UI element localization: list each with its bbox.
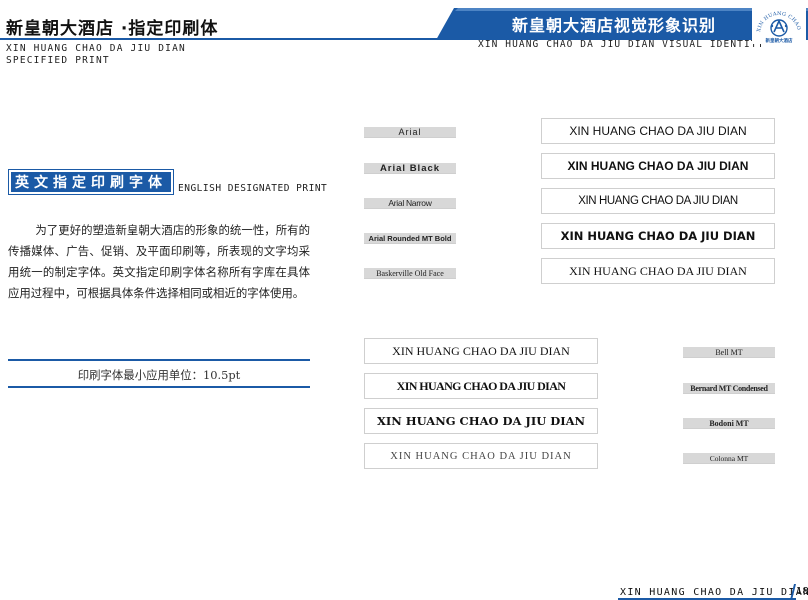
row-line (364, 243, 456, 244)
row-line (364, 137, 456, 138)
row-line (364, 208, 456, 209)
row-line (683, 393, 775, 394)
page-subtitle-specified: SPECIFIED PRINT (6, 55, 110, 66)
row-line (364, 173, 456, 174)
font-label-baskerville: Baskerville Old Face (364, 268, 456, 278)
section-title-box: 英文指定印刷字体 (8, 169, 174, 195)
font-sample-arial: XIN HUANG CHAO DA JIU DIAN (541, 118, 775, 144)
row-line (683, 428, 775, 429)
font-sample-arial-black: XIN HUANG CHAO DA JIU DIAN (541, 153, 775, 179)
page-title: 新皇朝大酒店 ·指定印刷体 (6, 19, 219, 39)
font-label-arial-narrow: Arial Narrow (364, 198, 456, 208)
font-sample-arial-narrow: XIN HUANG CHAO DA JIU DIAN (541, 188, 775, 214)
font-label-colonna: Colonna MT (683, 453, 775, 463)
page-subtitle-en: XIN HUANG CHAO DA JIU DIAN (6, 43, 186, 54)
banner-title: 新皇朝大酒店视觉形象识别 (512, 16, 717, 35)
font-label-bodoni: Bodoni MT (683, 418, 775, 428)
font-sample-bernard: XIN HUANG CHAO DA JIU DIAN (364, 373, 598, 399)
font-label-arial-black: Arial Black (364, 163, 456, 173)
logo-caption: 新皇朝大酒店 (766, 37, 793, 44)
footer-rule (618, 598, 796, 600)
row-line (683, 357, 775, 358)
description-text: 为了更好的塑造新皇朝大酒店的形象的统一性，所有的传播媒体、广告、促销、及平面印刷… (8, 223, 310, 300)
description-paragraph: 为了更好的塑造新皇朝大酒店的形象的统一性，所有的传播媒体、广告、促销、及平面印刷… (8, 220, 310, 304)
font-sample-arial-rounded: XIN HUANG CHAO DA JIU DIAN (541, 223, 775, 249)
font-sample-baskerville: XIN HUANG CHAO DA JIU DIAN (541, 258, 775, 284)
min-size-top-rule (8, 359, 310, 361)
font-label-arial-rounded: Arial Rounded MT Bold (364, 233, 456, 243)
visual-identity-label: XIN HUANG CHAO DA JIU DIAN VISUAL IDENTI… (478, 39, 765, 50)
row-line (364, 278, 456, 279)
font-sample-bell: XIN HUANG CHAO DA JIU DIAN (364, 338, 598, 364)
page-number: 18 (796, 586, 808, 597)
font-label-bernard: Bernard MT Condensed (683, 383, 775, 393)
footer-hotel-name: XIN HUANG CHAO DA JIU DIAN (620, 587, 808, 598)
section-title-en: ENGLISH DESIGNATED PRINT (178, 183, 328, 194)
min-size-note: 印刷字体最小应用单位：10.5pt (77, 368, 241, 382)
font-sample-bodoni: XIN HUANG CHAO DA JIU DIAN (364, 408, 598, 434)
font-sample-colonna: XIN HUANG CHAO DA JIU DIAN (364, 443, 598, 469)
min-size-bottom-rule (8, 386, 310, 388)
row-line (683, 463, 775, 464)
section-title: 英文指定印刷字体 (11, 172, 171, 192)
hotel-logo: XIN HUANG CHAO DA JIU DIAN 新皇朝大酒店 (752, 4, 806, 44)
font-label-bell: Bell MT (683, 347, 775, 357)
font-label-arial: Arial (364, 127, 456, 137)
header-rule (0, 38, 440, 40)
